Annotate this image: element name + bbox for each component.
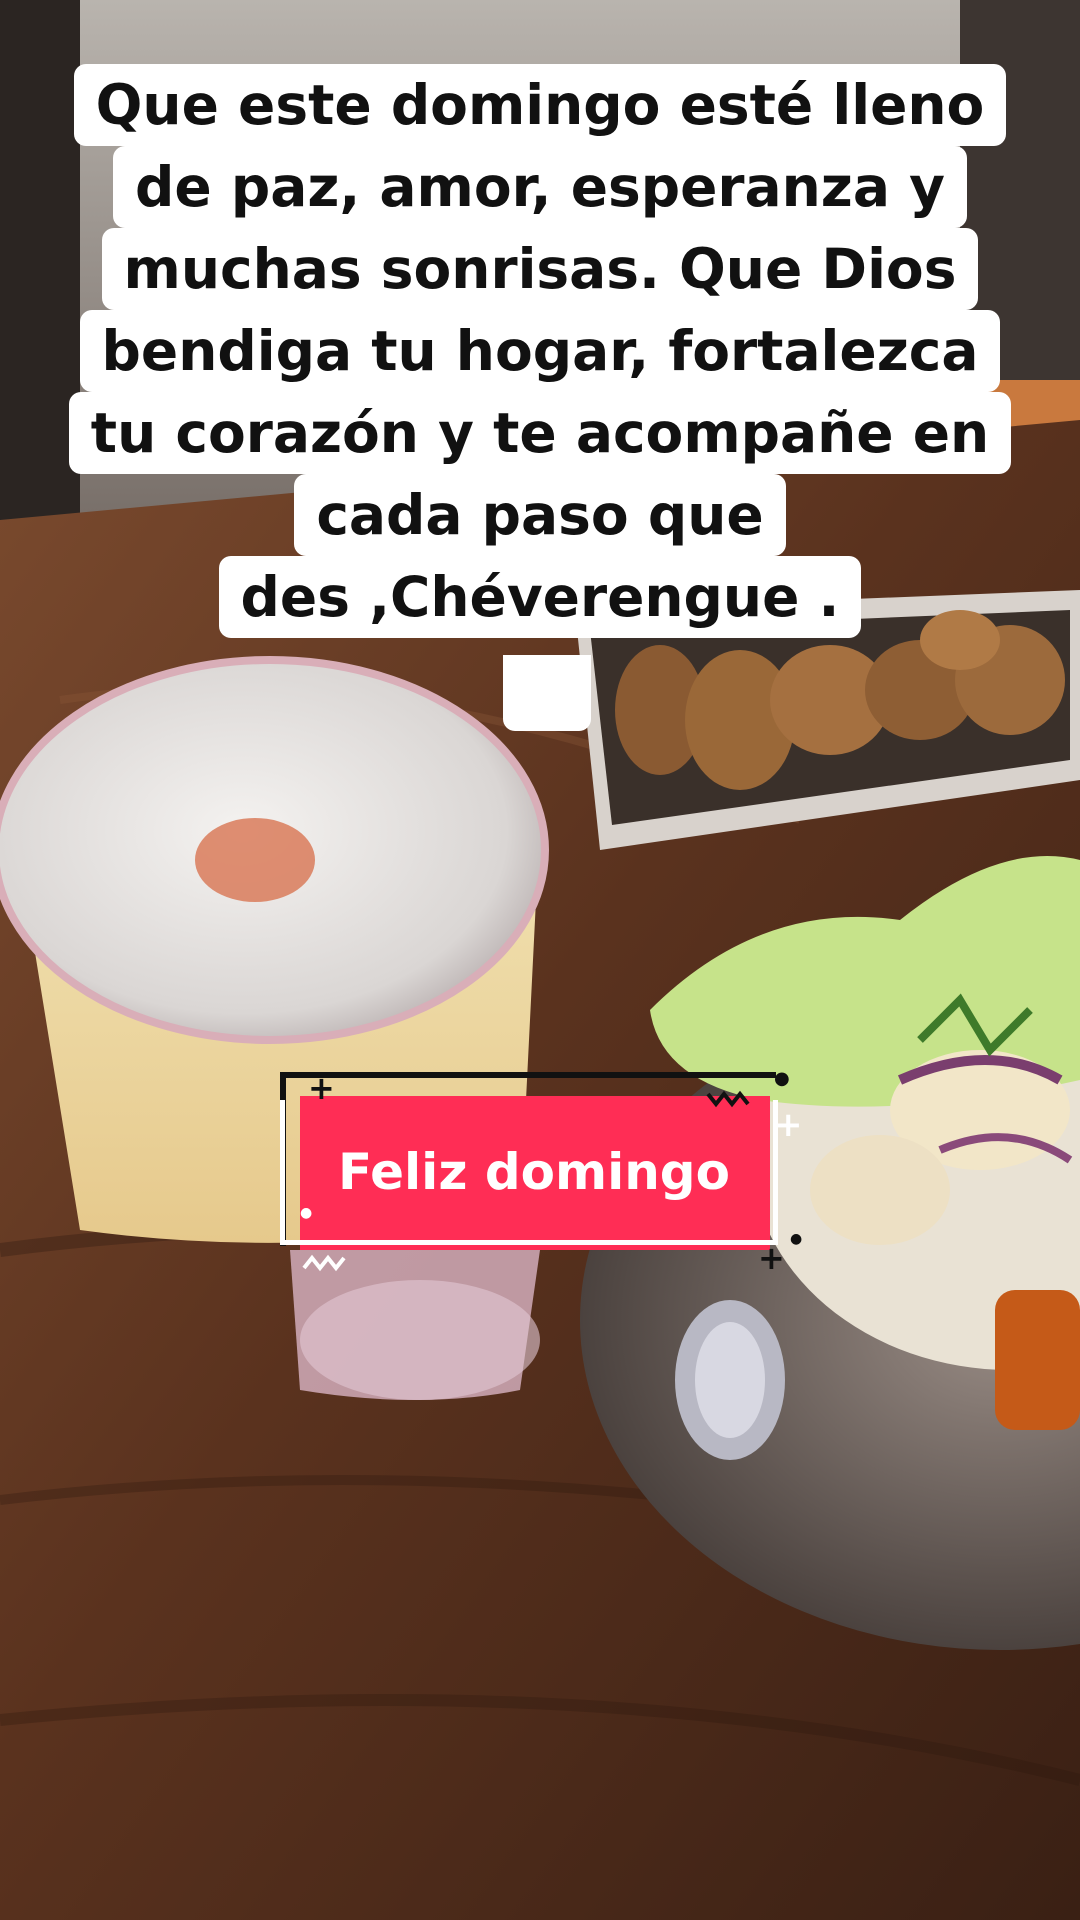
dot-icon: ● xyxy=(774,1068,790,1089)
plus-icon: + xyxy=(308,1069,335,1107)
caption-line: des ,Chéverengue . xyxy=(218,556,862,638)
caption-text: Que este domingo esté lleno de paz, amor… xyxy=(0,64,1080,638)
plus-icon: + xyxy=(758,1239,785,1277)
zigzag-icon xyxy=(302,1254,346,1272)
zigzag-icon xyxy=(706,1090,750,1108)
caption-line: bendiga tu hogar, fortalezca xyxy=(79,310,1001,392)
sticker-label: Feliz domingo xyxy=(338,1143,730,1201)
caption-line: cada paso que xyxy=(294,474,786,556)
caption-line: Que este domingo esté lleno xyxy=(73,64,1007,146)
caption-tail xyxy=(503,655,591,731)
plus-icon: + xyxy=(774,1105,803,1145)
caption-line: muchas sonrisas. Que Dios xyxy=(101,228,979,310)
feliz-domingo-sticker: + + + ● ● ● Feliz domingo xyxy=(278,1068,803,1274)
dot-icon: ● xyxy=(300,1205,313,1221)
caption-line: de paz, amor, esperanza y xyxy=(113,146,967,228)
dot-icon: ● xyxy=(790,1231,803,1247)
caption-line: tu corazón y te acompañe en xyxy=(68,392,1012,474)
